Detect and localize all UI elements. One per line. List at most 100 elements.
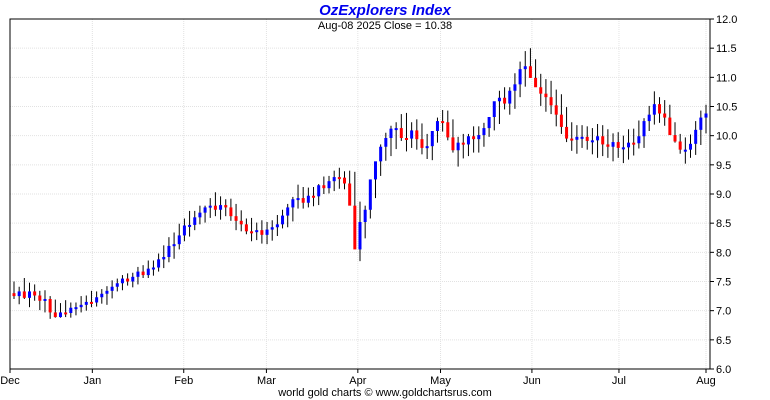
bar-body — [219, 205, 223, 210]
bar-body — [105, 290, 109, 294]
bar-body — [48, 299, 52, 313]
ohlc-bar — [456, 136, 460, 167]
bar-body — [637, 136, 641, 144]
bar-body — [472, 136, 476, 140]
ohlc-bar — [281, 209, 285, 229]
bar-body — [151, 267, 155, 270]
ohlc-bar — [12, 281, 16, 299]
bar-body — [22, 291, 26, 298]
bar-body — [27, 291, 31, 298]
bar-body — [358, 222, 362, 250]
ohlc-bar — [141, 265, 145, 278]
x-tick-label: Aug — [696, 375, 716, 387]
ohlc-bar — [466, 133, 470, 157]
bar-body — [275, 224, 279, 228]
bar-body — [38, 295, 42, 301]
bar-body — [663, 113, 667, 118]
ohlc-bar — [224, 199, 228, 217]
bar-body — [384, 138, 388, 147]
bar-body — [208, 205, 212, 208]
ohlc-bar — [404, 112, 408, 152]
bar-body — [513, 84, 517, 91]
ohlc-bar — [48, 296, 52, 319]
bar-body — [456, 142, 460, 151]
bar-body — [549, 97, 553, 106]
ohlc-bar — [523, 51, 527, 87]
ohlc-bar — [53, 299, 57, 318]
ohlc-bar — [322, 176, 326, 194]
ohlc-bar — [621, 135, 625, 164]
ohlc-bar — [497, 90, 501, 124]
ohlc-bar — [601, 125, 605, 157]
bar-body — [291, 199, 295, 208]
bar-body — [482, 128, 486, 136]
bar-body — [312, 195, 316, 198]
y-tick-label: 6.5 — [716, 335, 731, 347]
ohlc-bar — [508, 87, 512, 115]
ohlc-bar — [513, 73, 517, 109]
bar-body — [580, 136, 584, 139]
ohlc-bar — [652, 91, 656, 125]
x-tick-label: Apr — [349, 375, 366, 387]
bar-body — [435, 121, 439, 131]
bar-body — [203, 207, 207, 213]
ohlc-bar — [663, 100, 667, 126]
bar-body — [596, 136, 600, 141]
ohlc-bar — [188, 210, 192, 237]
y-tick-label: 8.0 — [716, 247, 731, 259]
ohlc-bar — [694, 121, 698, 155]
ohlc-bar — [291, 196, 295, 222]
bar-body — [658, 104, 662, 114]
ohlc-bar — [286, 203, 290, 228]
ohlc-bar — [399, 114, 403, 141]
ohlc-bar — [74, 302, 78, 316]
ohlc-bar — [327, 175, 331, 194]
bar-body — [53, 312, 57, 318]
bar-body — [508, 90, 512, 104]
bar-body — [394, 128, 398, 131]
bar-body — [694, 129, 698, 144]
bar-body — [611, 142, 615, 147]
ohlc-bar — [296, 184, 300, 209]
price-bars — [12, 48, 708, 319]
bar-body — [296, 198, 300, 201]
bar-body — [58, 312, 62, 318]
bar-body — [559, 114, 563, 127]
x-tick-label: May — [430, 375, 451, 387]
ohlc-bar — [229, 198, 233, 221]
ohlc-bar — [590, 128, 594, 155]
ohlc-bar — [683, 137, 687, 164]
bar-body — [224, 205, 228, 208]
ohlc-bar — [435, 117, 439, 143]
y-tick-label: 9.0 — [716, 189, 731, 201]
bar-body — [115, 283, 119, 287]
ohlc-bar — [120, 275, 124, 291]
bar-body — [281, 215, 285, 225]
ohlc-bar — [157, 253, 161, 272]
ohlc-bar — [38, 290, 42, 311]
bar-body — [337, 177, 341, 180]
bar-body — [627, 142, 631, 148]
bar-body — [234, 216, 238, 221]
ohlc-bar — [580, 125, 584, 148]
ohlc-bar — [260, 220, 264, 244]
y-tick-label: 7.5 — [716, 277, 731, 289]
bar-body — [678, 141, 682, 150]
ohlc-bar — [472, 126, 476, 153]
bar-body — [193, 217, 197, 225]
ohlc-bar — [410, 122, 414, 148]
ohlc-bar — [441, 110, 445, 132]
ohlc-bar — [689, 134, 693, 158]
ohlc-bar — [172, 232, 176, 259]
bar-body — [590, 140, 594, 143]
bar-body — [146, 268, 150, 276]
y-tick-label: 6.0 — [716, 364, 731, 376]
bar-body — [642, 121, 646, 137]
ohlc-bar — [673, 122, 677, 143]
bar-body — [363, 209, 367, 222]
bar-body — [446, 122, 450, 138]
ohlc-bar — [69, 302, 73, 318]
bar-body — [652, 104, 656, 115]
ohlc-bar — [415, 119, 419, 150]
ohlc-bar — [549, 80, 553, 115]
